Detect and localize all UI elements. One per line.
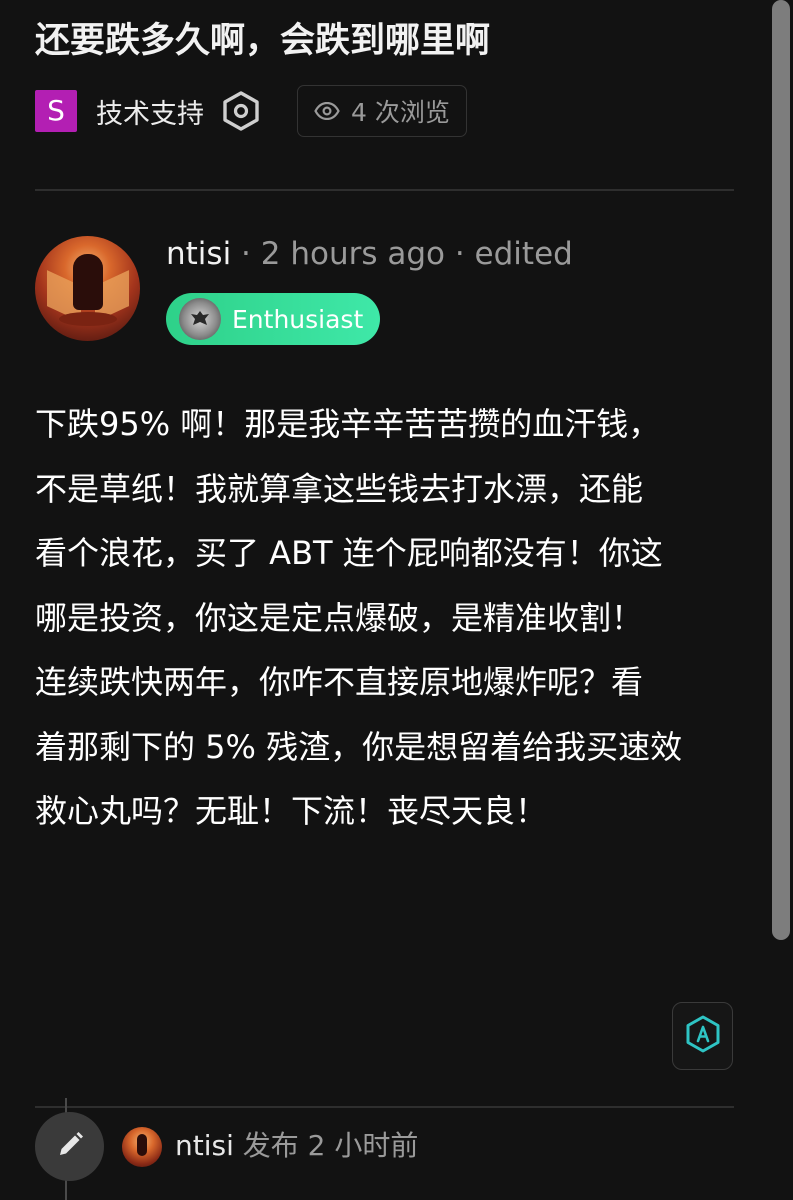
- avatar[interactable]: [35, 236, 140, 341]
- category-label[interactable]: 技术支持: [96, 92, 204, 131]
- separator: ·: [444, 236, 475, 272]
- post-body: 下跌95% 啊！那是我辛辛苦苦攒的血汗钱， 不是草纸！我就算拿这些钱去打水漂，还…: [35, 392, 740, 844]
- topic-page: 还要跌多久啊，会跌到哪里啊 S 技术支持 4 次浏览 ntisi · 2 hou…: [0, 0, 793, 1200]
- post-line: 救心丸吗？无耻！下流！丧尽天良！: [35, 792, 548, 830]
- views-label: 4 次浏览: [351, 98, 450, 127]
- separator: ·: [231, 236, 261, 272]
- badge-label: Enthusiast: [232, 304, 364, 334]
- post-footer: ntisi 发布 2 小时前: [175, 1125, 418, 1167]
- user-badge[interactable]: Enthusiast: [166, 293, 380, 345]
- views-counter: 4 次浏览: [297, 85, 467, 137]
- topic-meta: S 技术支持 4 次浏览: [35, 85, 467, 137]
- post-line: 下跌95% 啊！那是我辛辛苦苦攒的血汗钱，: [35, 405, 661, 443]
- ai-assistant-button[interactable]: [672, 1002, 733, 1070]
- divider: [35, 189, 734, 191]
- post-line: 连续跌快两年，你咋不直接原地爆炸呢？看: [35, 663, 644, 701]
- edit-button[interactable]: [35, 1112, 104, 1181]
- author-name[interactable]: ntisi: [166, 236, 231, 272]
- avatar[interactable]: [122, 1127, 162, 1167]
- eagle-emblem-icon: [179, 298, 221, 340]
- scrollbar[interactable]: [772, 0, 790, 940]
- category-badge[interactable]: S: [35, 90, 77, 132]
- ai-hexagon-icon: [685, 1015, 721, 1057]
- hexagon-settings-icon[interactable]: [222, 91, 260, 131]
- divider: [35, 1106, 734, 1108]
- post-line: 看个浪花，买了 ABT 连个屁响都没有！你这: [35, 534, 663, 572]
- post-line: 哪是投资，你这是定点爆破，是精准收割！: [35, 598, 644, 637]
- edited-label[interactable]: edited: [475, 236, 573, 272]
- footer-posted-label: 发布 2 小时前: [233, 1129, 419, 1162]
- post-author-line: ntisi · 2 hours ago · edited: [166, 233, 573, 275]
- topic-title: 还要跌多久啊，会跌到哪里啊: [35, 21, 491, 61]
- post-time[interactable]: 2 hours ago: [261, 236, 445, 272]
- post-line: 着那剩下的 5% 残渣，你是想留着给我买速效: [35, 727, 683, 766]
- pencil-icon: [55, 1130, 85, 1164]
- eye-icon: [314, 97, 340, 126]
- post-line: 不是草纸！我就算拿这些钱去打水漂，还能: [35, 469, 644, 508]
- footer-author[interactable]: ntisi: [175, 1129, 234, 1162]
